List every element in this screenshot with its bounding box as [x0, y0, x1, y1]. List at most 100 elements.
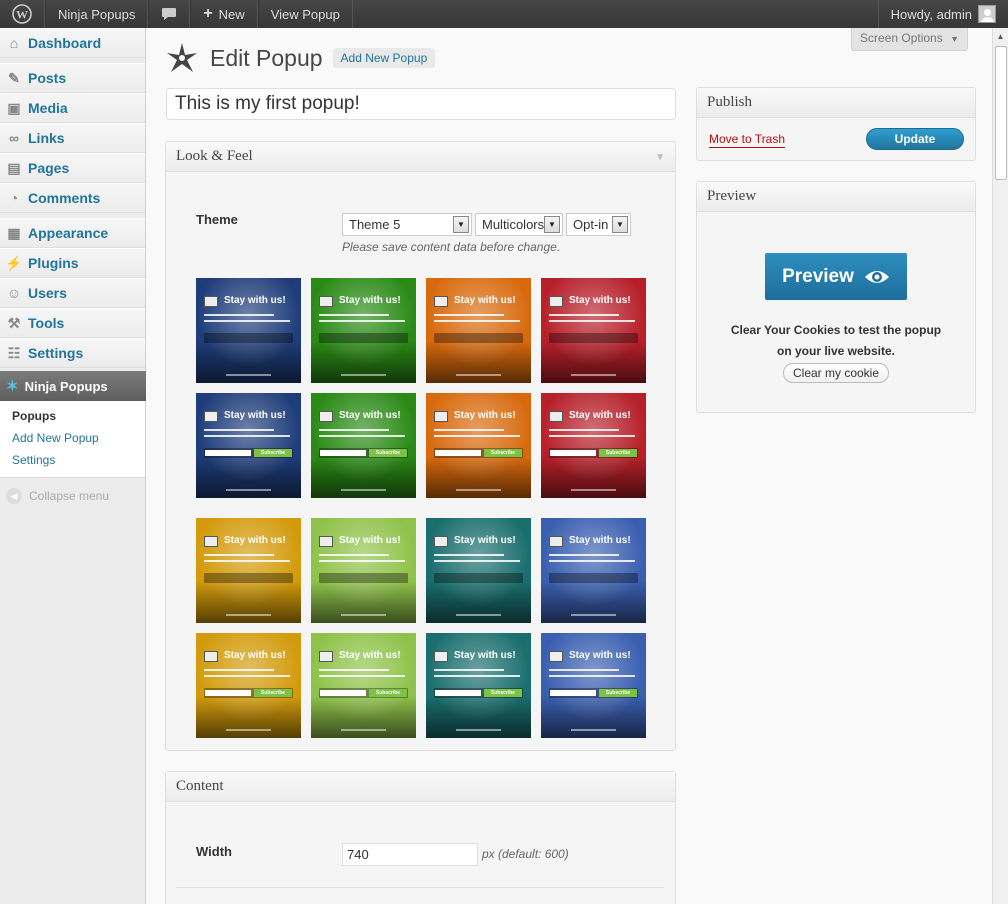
update-button[interactable]: Update [866, 128, 964, 150]
preview-button[interactable]: Preview [765, 253, 907, 300]
scroll-up-icon[interactable]: ▲ [993, 28, 1008, 44]
account-menu[interactable]: Howdy, admin [877, 0, 1008, 28]
appearance-icon: ▦ [7, 224, 21, 241]
theme-thumbnail[interactable]: Stay with us! [196, 518, 301, 623]
theme-thumbnail[interactable]: Stay with us! Subscribe [311, 633, 416, 738]
sidebar-item-ninja-popups[interactable]: ✶ Ninja Popups [0, 371, 154, 401]
theme-thumbnail[interactable]: Stay with us! Subscribe [426, 633, 531, 738]
collapse-menu-button[interactable]: ◀ Collapse menu [0, 478, 145, 514]
theme-thumbnail[interactable]: Stay with us! Subscribe [541, 633, 646, 738]
look-and-feel-header[interactable]: Look & Feel ▼ [166, 142, 675, 172]
sidebar-item-settings[interactable]: ☷ Settings [0, 338, 145, 368]
new-content-menu[interactable]: + New [190, 0, 258, 28]
width-input[interactable] [342, 843, 478, 866]
submenu-item-add-new-popup[interactable]: Add New Popup [0, 427, 145, 449]
theme-thumbnail[interactable]: Stay with us! Subscribe [426, 393, 531, 498]
scrollbar-thumb[interactable] [995, 46, 1007, 180]
submenu-item-popups[interactable]: Popups [0, 405, 145, 427]
thumbnail-title: Stay with us! [224, 295, 286, 306]
theme-thumbnail[interactable]: Stay with us! Subscribe [541, 393, 646, 498]
sidebar-item-comments[interactable]: ◔ Comments [0, 183, 145, 213]
comments-icon[interactable] [148, 0, 191, 28]
avatar [978, 5, 996, 23]
color-select-value: Multicolors [482, 217, 545, 232]
thumbnail-text-line [204, 675, 290, 677]
theme-thumbnail[interactable]: Stay with us! Subscribe [196, 633, 301, 738]
thumbnail-title: Stay with us! [224, 650, 286, 661]
thumbnail-footer-line [456, 489, 501, 491]
type-select[interactable]: Opt-in ▼ [566, 213, 631, 236]
vertical-scrollbar[interactable]: ▲ [992, 28, 1008, 904]
theme-thumbnail[interactable]: Stay with us! Subscribe [196, 393, 301, 498]
popup-title-input[interactable] [166, 88, 676, 120]
thumbnail-email-field [435, 690, 481, 696]
toggle-arrow-icon[interactable]: ▼ [655, 152, 665, 163]
page-header: Edit Popup Add New Popup [166, 42, 436, 74]
eye-icon [864, 270, 889, 283]
theme-thumbnail[interactable]: Stay with us! [196, 278, 301, 383]
thumbnail-text-line [434, 560, 520, 562]
sidebar-item-links[interactable]: ∞ Links [0, 123, 145, 153]
publish-header[interactable]: Publish [697, 88, 975, 118]
theme-select[interactable]: Theme 5 ▼ [342, 213, 472, 236]
pin-icon: ✎ [8, 69, 20, 86]
ninja-star-icon [167, 43, 197, 72]
theme-thumbnail[interactable]: Stay with us! [541, 518, 646, 623]
thumbnail-text-line [549, 429, 619, 431]
thumbnail-title: Stay with us! [454, 535, 516, 546]
theme-thumbnail[interactable]: Stay with us! [541, 278, 646, 383]
content-header[interactable]: Content [166, 772, 675, 802]
thumbnail-logo-icon [204, 536, 218, 547]
move-to-trash-link[interactable]: Move to Trash [709, 132, 786, 148]
content-title: Content [176, 778, 224, 794]
thumbnail-footer-line [226, 729, 271, 731]
thumbnail-footer-line [226, 614, 271, 616]
sidebar-item-users[interactable]: ☺ Users [0, 278, 145, 308]
clear-cookie-button[interactable]: Clear my cookie [783, 363, 889, 383]
thumbnail-subscribe-button: Subscribe [599, 449, 637, 457]
screen-options-label: Screen Options [860, 31, 943, 45]
thumbnail-text-line [319, 314, 389, 316]
thumbnail-logo-icon [319, 536, 333, 547]
thumbnail-text-line [319, 435, 405, 437]
thumbnail-logo-icon [434, 536, 448, 547]
thumbnail-email-field [205, 450, 251, 456]
wordpress-logo-icon[interactable]: W [0, 0, 45, 28]
theme-thumbnail[interactable]: Stay with us! Subscribe [311, 393, 416, 498]
sidebar-item-pages[interactable]: ▤ Pages [0, 153, 145, 183]
submenu-item-settings[interactable]: Settings [0, 449, 145, 471]
thumbnail-title: Stay with us! [339, 295, 401, 306]
theme-thumbnail[interactable]: Stay with us! [311, 518, 416, 623]
thumbnail-footer-line [571, 729, 616, 731]
theme-thumbnail[interactable]: Stay with us! [426, 518, 531, 623]
look-and-feel-title: Look & Feel [176, 148, 253, 164]
thumbnail-footer-line [456, 614, 501, 616]
thumbnail-logo-icon [549, 411, 563, 422]
cookie-instructions-line2: on your live website. [776, 344, 896, 358]
sidebar-item-dashboard[interactable]: ⌂ Dashboard [0, 28, 145, 58]
thumbnail-text-line [204, 560, 290, 562]
add-new-popup-button[interactable]: Add New Popup [332, 48, 436, 68]
thumbnail-text-line [319, 429, 389, 431]
sidebar-item-media[interactable]: ▣ Media [0, 93, 145, 123]
color-select[interactable]: Multicolors ▼ [475, 213, 563, 236]
sidebar-item-appearance[interactable]: ▦ Appearance [0, 218, 145, 248]
preview-header[interactable]: Preview [697, 182, 975, 212]
theme-select-value: Theme 5 [349, 217, 401, 232]
thumbnail-email-field [320, 690, 366, 696]
view-popup-link[interactable]: View Popup [257, 0, 353, 28]
thumbnail-form-bar [434, 573, 523, 583]
sidebar-item-posts[interactable]: ✎ Posts [0, 63, 145, 93]
screen-options-button[interactable]: Screen Options ▼ [851, 28, 968, 51]
sidebar-item-plugins[interactable]: ⚡ Plugins [0, 248, 145, 278]
theme-thumbnail[interactable]: Stay with us! [426, 278, 531, 383]
chevron-down-icon: ▼ [950, 34, 959, 44]
cookie-instructions-line1: Clear Your Cookies to test the popup [730, 323, 942, 337]
thumbnail-text-line [204, 669, 274, 671]
sidebar-item-tools[interactable]: ⚒ Tools [0, 308, 145, 338]
theme-thumbnail[interactable]: Stay with us! [311, 278, 416, 383]
site-name-link[interactable]: Ninja Popups [45, 0, 149, 28]
publish-title: Publish [707, 94, 753, 110]
publish-box: Publish Move to Trash Update [696, 87, 976, 161]
thumbnail-footer-line [341, 614, 386, 616]
